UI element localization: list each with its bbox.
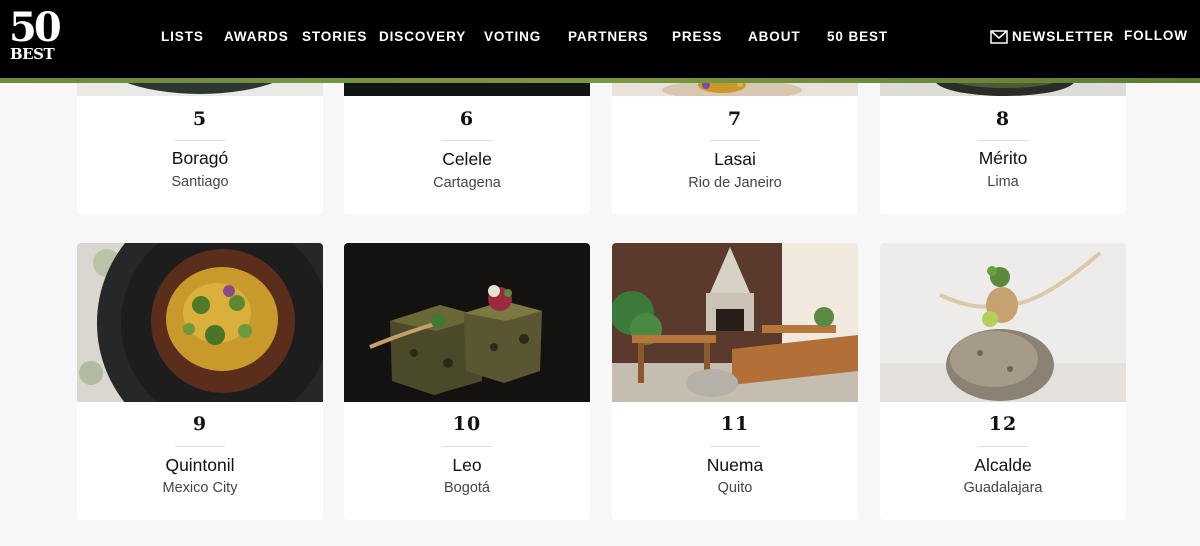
restaurant-name: Mérito	[978, 148, 1028, 168]
rank-divider	[442, 140, 492, 141]
rank-divider	[978, 446, 1028, 447]
restaurant-rank: 12	[988, 413, 1018, 435]
nav-stories[interactable]: STORIES	[302, 29, 367, 44]
restaurant-name: Boragó	[171, 148, 229, 168]
restaurant-photo	[880, 243, 1126, 402]
rank-divider	[978, 140, 1028, 141]
restaurant-city: Bogotá	[444, 480, 490, 496]
restaurant-card-10[interactable]: 10 Leo Bogotá	[344, 243, 590, 520]
restaurant-photo	[612, 243, 858, 402]
top-navigation-bar: 50 BEST LISTS AWARDS STORIES DISCOVERY V…	[0, 0, 1200, 78]
restaurant-name: Quintonil	[165, 455, 235, 475]
restaurant-card-6[interactable]: 6 Celele Cartagena	[344, 60, 590, 214]
restaurant-city: Cartagena	[433, 175, 501, 191]
rank-divider	[710, 446, 760, 447]
restaurant-city: Mexico City	[162, 480, 238, 496]
rank-divider	[175, 446, 225, 447]
restaurant-card-11[interactable]: 11 Nuema Quito	[612, 243, 858, 520]
restaurant-city: Guadalajara	[963, 480, 1043, 496]
restaurant-card-9[interactable]: 9 Quintonil Mexico City	[77, 243, 323, 520]
newsletter-label: NEWSLETTER	[1012, 29, 1114, 44]
restaurant-rank: 9	[192, 413, 208, 435]
restaurant-card-5[interactable]: 5 Boragó Santiago	[77, 60, 323, 214]
fifty-best-logo[interactable]: 50 BEST	[9, 8, 62, 64]
restaurant-photo	[344, 243, 590, 402]
rank-divider	[175, 140, 225, 141]
restaurant-rank: 10	[452, 413, 482, 435]
envelope-icon	[990, 29, 1008, 44]
restaurant-name: Alcalde	[974, 455, 1032, 475]
rank-divider	[710, 140, 760, 141]
nav-50-best[interactable]: 50 BEST	[827, 29, 888, 44]
restaurant-name: Nuema	[706, 455, 764, 475]
nav-press[interactable]: PRESS	[672, 29, 722, 44]
nav-about[interactable]: ABOUT	[748, 29, 801, 44]
newsletter-link[interactable]: NEWSLETTER	[990, 29, 1114, 44]
restaurant-city: Lima	[987, 174, 1019, 190]
restaurant-card-8[interactable]: 8 Mérito Lima	[880, 60, 1126, 214]
restaurant-rank: 5	[192, 108, 208, 130]
restaurant-city: Quito	[717, 480, 753, 496]
restaurant-city: Santiago	[171, 174, 229, 190]
logo-word: BEST	[10, 45, 55, 63]
nav-discovery[interactable]: DISCOVERY	[379, 29, 466, 44]
restaurant-rank: 8	[995, 108, 1011, 130]
restaurant-card-7[interactable]: 7 Lasai Rio de Janeiro	[612, 60, 858, 214]
nav-lists[interactable]: LISTS	[161, 29, 204, 44]
restaurant-name: Celele	[442, 149, 492, 169]
follow-link[interactable]: FOLLOW	[1124, 28, 1188, 43]
restaurant-name: Lasai	[714, 149, 756, 169]
logo-number: 50	[9, 4, 62, 51]
nav-partners[interactable]: PARTNERS	[568, 29, 648, 44]
nav-awards[interactable]: AWARDS	[224, 29, 289, 44]
restaurant-rank: 7	[727, 108, 743, 130]
restaurant-photo	[77, 243, 323, 402]
restaurant-city: Rio de Janeiro	[688, 175, 782, 191]
header-accent-line	[0, 78, 1200, 83]
restaurant-rank: 6	[459, 108, 475, 130]
rank-divider	[442, 446, 492, 447]
restaurant-rank: 11	[720, 413, 750, 435]
restaurant-name: Leo	[452, 455, 482, 475]
nav-voting[interactable]: VOTING	[484, 29, 541, 44]
restaurant-card-12[interactable]: 12 Alcalde Guadalajara	[880, 243, 1126, 520]
